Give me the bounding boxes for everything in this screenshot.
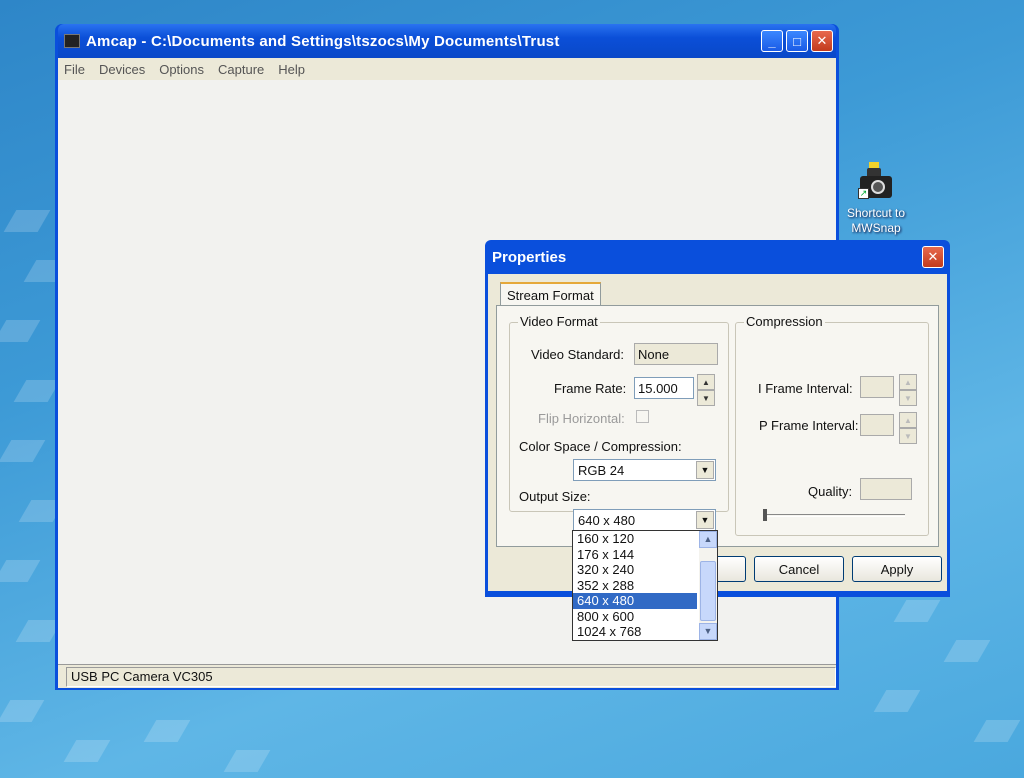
- cancel-button[interactable]: Cancel: [754, 556, 844, 582]
- menu-options[interactable]: Options: [159, 62, 204, 77]
- spin-down-icon[interactable]: ▼: [697, 390, 715, 406]
- properties-close-button[interactable]: ✕: [922, 246, 944, 268]
- flip-horizontal-label: Flip Horizontal:: [538, 411, 625, 426]
- frame-rate-input[interactable]: 15.000: [634, 377, 694, 399]
- desktop-icon-label: Shortcut to MWSnap: [846, 206, 906, 235]
- properties-title: Properties: [492, 248, 567, 266]
- amcap-titlebar[interactable]: Amcap - C:\Documents and Settings\tszocs…: [58, 24, 836, 58]
- output-size-label: Output Size:: [519, 489, 591, 504]
- scroll-thumb[interactable]: [700, 561, 716, 621]
- menu-help[interactable]: Help: [278, 62, 305, 77]
- list-item[interactable]: 800 x 600: [573, 609, 697, 625]
- spin-down-icon[interactable]: ▼: [899, 428, 917, 444]
- apply-button[interactable]: Apply: [852, 556, 942, 582]
- status-text: USB PC Camera VC305: [66, 666, 836, 687]
- list-item[interactable]: 176 x 144: [573, 547, 697, 563]
- quality-label: Quality:: [808, 484, 853, 499]
- video-standard-field: None: [634, 343, 718, 365]
- menu-file[interactable]: File: [64, 62, 85, 77]
- properties-titlebar[interactable]: Properties ✕: [488, 240, 947, 274]
- chevron-down-icon[interactable]: ▼: [696, 461, 714, 479]
- i-frame-spinner[interactable]: ▲ ▼: [899, 374, 917, 406]
- list-item[interactable]: 160 x 120: [573, 531, 697, 547]
- dropdown-scrollbar[interactable]: ▲ ▼: [699, 531, 717, 640]
- maximize-button[interactable]: □: [786, 30, 808, 52]
- list-item[interactable]: 352 x 288: [573, 578, 697, 594]
- p-frame-spinner[interactable]: ▲ ▼: [899, 412, 917, 444]
- frame-rate-label: Frame Rate:: [554, 381, 627, 396]
- mwsnap-shortcut[interactable]: ↗ Shortcut to MWSnap: [838, 162, 914, 235]
- output-size-value: 640 x 480: [578, 512, 636, 528]
- stream-format-panel: Video Format Video Standard: None Frame …: [496, 305, 939, 547]
- spin-down-icon[interactable]: ▼: [899, 390, 917, 406]
- i-frame-label: I Frame Interval:: [758, 381, 853, 396]
- spin-up-icon[interactable]: ▲: [899, 374, 917, 390]
- list-item-selected[interactable]: 640 x 480: [573, 593, 697, 609]
- menu-capture[interactable]: Capture: [218, 62, 264, 77]
- amcap-app-icon: [64, 34, 80, 48]
- i-frame-input[interactable]: [860, 376, 894, 398]
- camera-icon: ↗: [856, 162, 896, 202]
- amcap-title: Amcap - C:\Documents and Settings\tszocs…: [86, 32, 560, 50]
- shortcut-arrow-icon: ↗: [858, 188, 869, 199]
- output-size-select[interactable]: 640 x 480 ▼: [573, 509, 716, 531]
- video-standard-label: Video Standard:: [531, 347, 624, 362]
- spin-up-icon[interactable]: ▲: [697, 374, 715, 390]
- p-frame-input[interactable]: [860, 414, 894, 436]
- spin-up-icon[interactable]: ▲: [899, 412, 917, 428]
- video-format-label: Video Format: [518, 314, 600, 329]
- menu-devices[interactable]: Devices: [99, 62, 145, 77]
- quality-field: [860, 478, 912, 500]
- color-space-value: RGB 24: [578, 462, 625, 478]
- tab-stream-format[interactable]: Stream Format: [500, 282, 601, 306]
- minimize-button[interactable]: _: [761, 30, 783, 52]
- close-button[interactable]: ✕: [811, 30, 833, 52]
- color-space-select[interactable]: RGB 24 ▼: [573, 459, 716, 481]
- flip-horizontal-checkbox[interactable]: [636, 410, 649, 423]
- quality-slider-track[interactable]: [763, 514, 905, 517]
- compression-label: Compression: [744, 314, 825, 329]
- status-bar: USB PC Camera VC305: [58, 664, 836, 688]
- scroll-down-icon[interactable]: ▼: [699, 623, 717, 640]
- scroll-up-icon[interactable]: ▲: [699, 531, 717, 548]
- quality-slider-thumb[interactable]: [763, 509, 767, 521]
- color-space-label: Color Space / Compression:: [519, 439, 682, 454]
- list-item[interactable]: 1024 x 768: [573, 624, 697, 640]
- p-frame-label: P Frame Interval:: [759, 418, 859, 433]
- list-item[interactable]: 320 x 240: [573, 562, 697, 578]
- amcap-menubar: File Devices Options Capture Help: [58, 58, 836, 80]
- output-size-dropdown-list[interactable]: 160 x 120 176 x 144 320 x 240 352 x 288 …: [572, 530, 718, 641]
- frame-rate-spinner[interactable]: ▲ ▼: [697, 374, 715, 406]
- chevron-down-icon[interactable]: ▼: [696, 511, 714, 529]
